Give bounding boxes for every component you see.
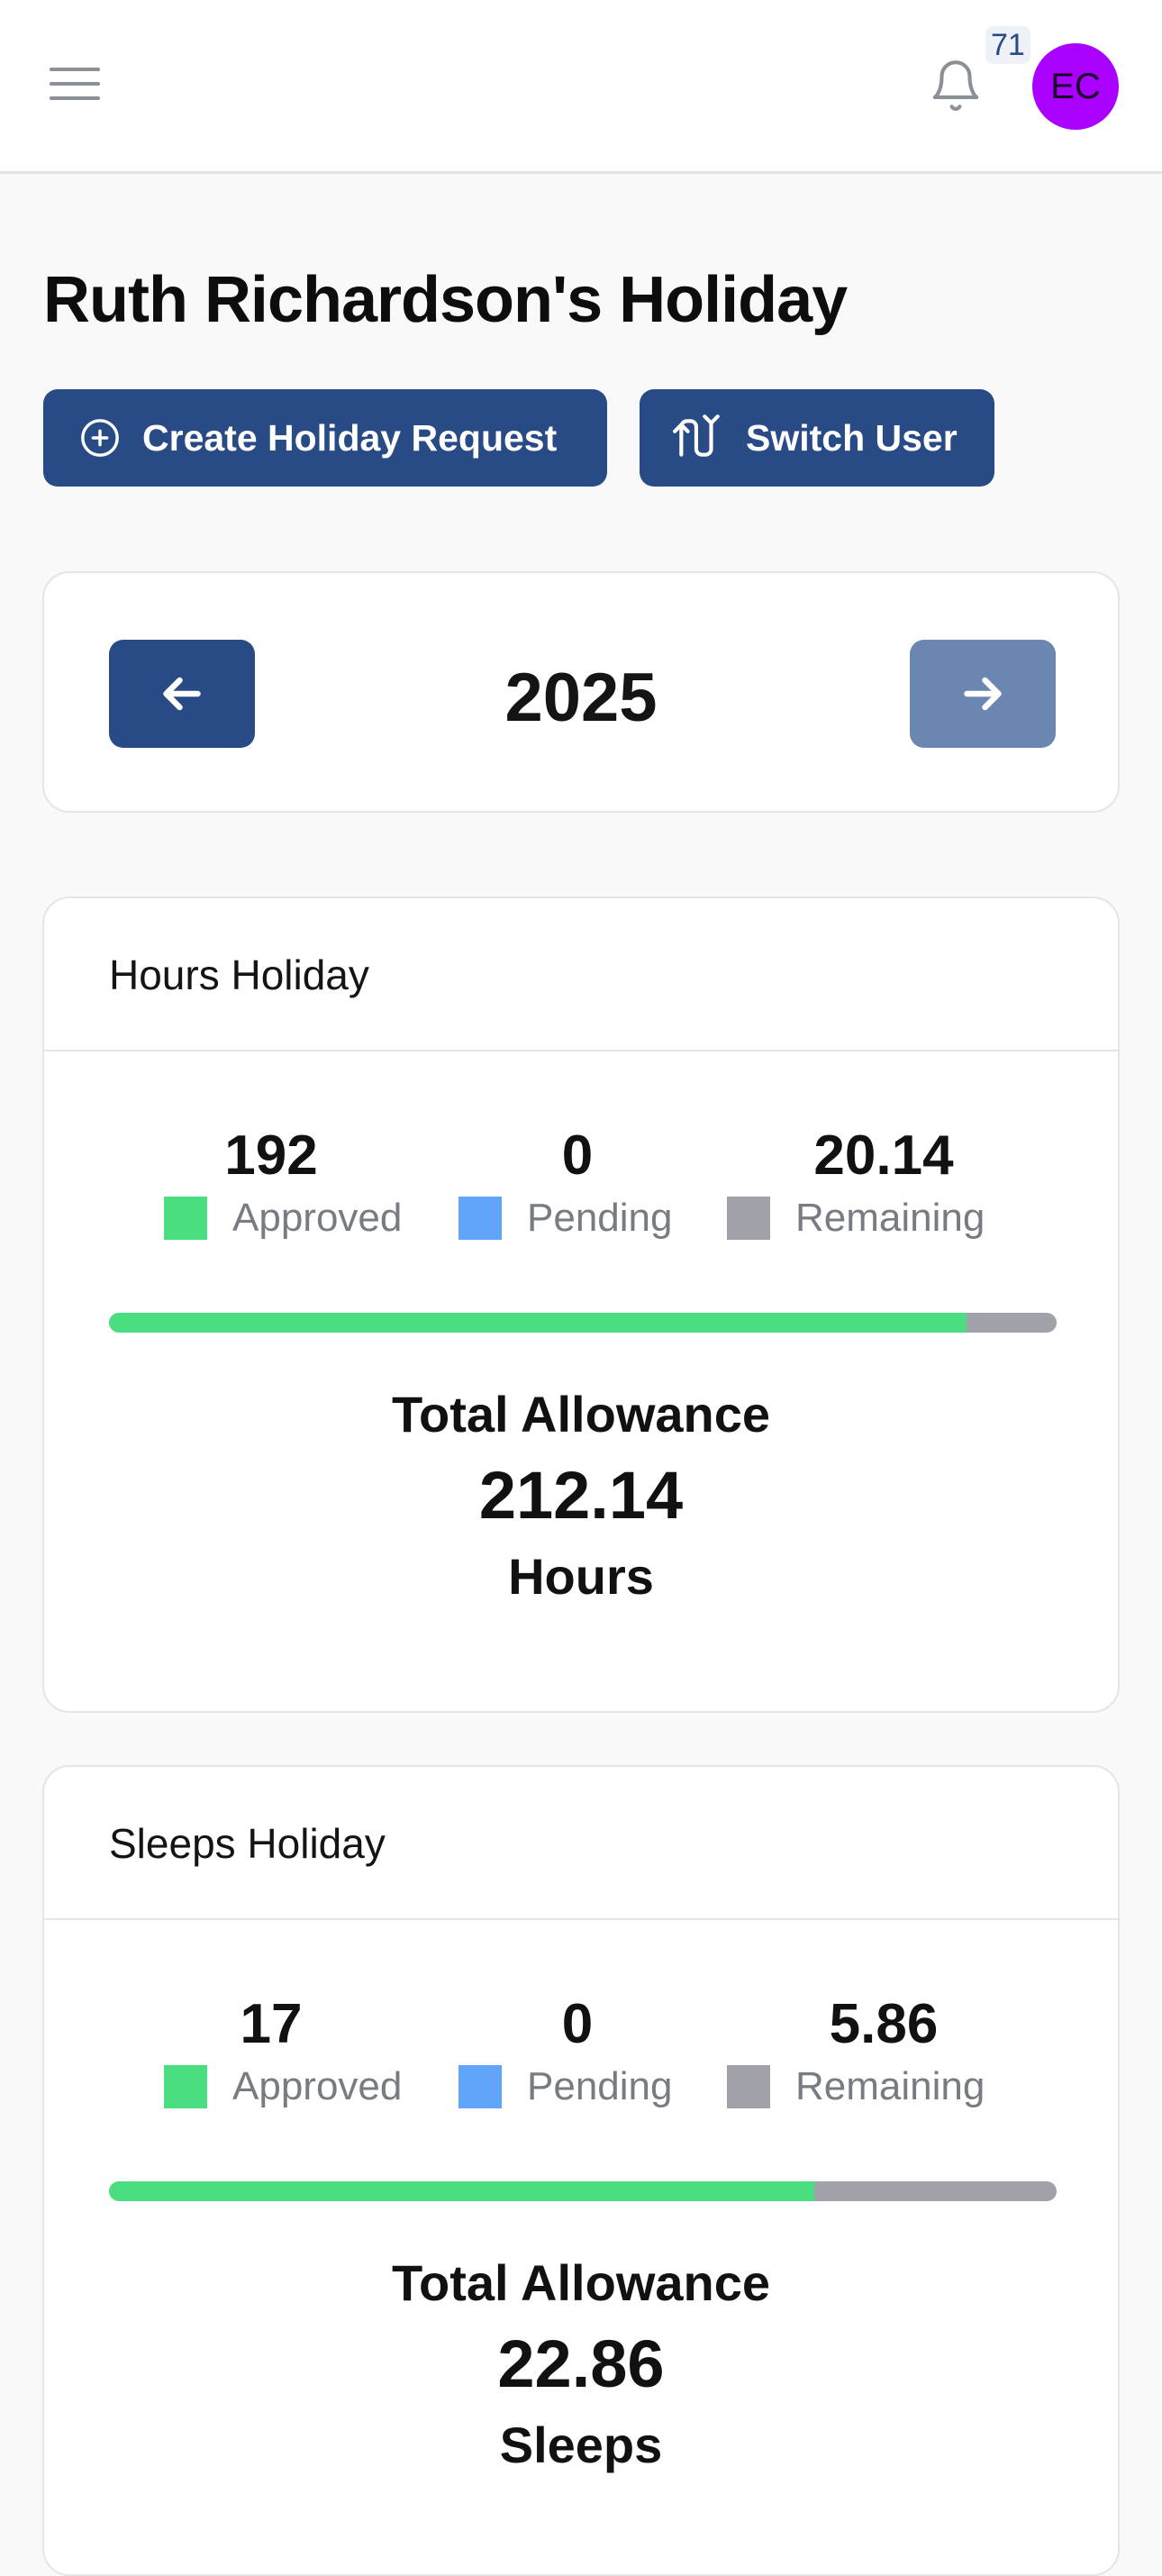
hours-pending-value: 0 [561,1124,594,1187]
hours-holiday-card: Hours Holiday 192 0 20.14 Approved Pendi… [42,897,1120,1713]
bell-icon[interactable] [928,58,984,114]
sleeps-approved-label: Approved [232,2064,403,2108]
hamburger-menu-icon[interactable] [50,64,100,104]
hours-approved-label: Approved [232,1196,403,1240]
create-holiday-request-label: Create Holiday Request [142,416,558,459]
pending-swatch [458,2065,502,2108]
create-holiday-request-button[interactable]: Create Holiday Request [43,389,607,487]
page-title: Ruth Richardson's Holiday [43,264,848,336]
hours-pending-label: Pending [527,1196,673,1240]
sleeps-remaining-label: Remaining [795,2064,985,2108]
hours-remaining-legend: Remaining [727,1196,985,1241]
user-avatar[interactable]: EC [1032,43,1119,130]
sleeps-holiday-card: Sleeps Holiday 17 0 5.86 Approved Pendin… [42,1765,1120,2576]
switch-user-label: Switch User [746,416,958,459]
approved-swatch [164,2065,207,2108]
hours-unit-label: Hours [508,1548,654,1605]
top-app-bar: 71 EC [0,0,1162,174]
sleeps-pending-label: Pending [527,2064,673,2108]
arrow-right-icon [964,677,1002,711]
remaining-swatch [727,1197,770,1240]
sleeps-total-allowance-label: Total Allowance [391,2254,771,2311]
switch-user-button[interactable]: Switch User [640,389,994,487]
sleeps-holiday-title: Sleeps Holiday [109,1820,386,1867]
sleeps-total-allowance-value: 22.86 [497,2326,665,2401]
swap-arrows-icon [673,414,720,457]
sleeps-approved-legend: Approved [164,2064,402,2109]
pending-swatch [458,1197,502,1240]
sleeps-remaining-legend: Remaining [727,2064,985,2109]
sleeps-unit-label: Sleeps [499,2417,663,2473]
sleeps-progress-bar [109,2181,1057,2201]
hours-progress-bar [109,1313,1057,1333]
plus-circle-icon [81,419,119,457]
year-selector-card: 2025 [42,571,1120,813]
sleeps-pending-value: 0 [561,1993,594,2055]
hours-holiday-title: Hours Holiday [109,951,369,998]
hours-remaining-label: Remaining [795,1196,985,1240]
hours-approved-fill [109,1313,967,1333]
notification-count-badge: 71 [984,24,1032,66]
sleeps-approved-fill [109,2181,814,2201]
sleeps-approved-value: 17 [240,1993,303,2055]
next-year-button[interactable] [910,640,1056,748]
hours-remaining-value: 20.14 [813,1124,954,1187]
sleeps-remaining-value: 5.86 [829,1993,939,2055]
hours-total-allowance-label: Total Allowance [391,1386,771,1443]
sleeps-pending-legend: Pending [458,2064,672,2109]
sleeps-holiday-header: Sleeps Holiday [44,1767,1118,1920]
hours-pending-legend: Pending [458,1196,672,1241]
approved-swatch [164,1197,207,1240]
hours-approved-value: 192 [224,1124,318,1187]
hours-total-allowance-value: 212.14 [478,1458,684,1533]
hours-holiday-header: Hours Holiday [44,898,1118,1051]
remaining-swatch [727,2065,770,2108]
hours-approved-legend: Approved [164,1196,402,1241]
